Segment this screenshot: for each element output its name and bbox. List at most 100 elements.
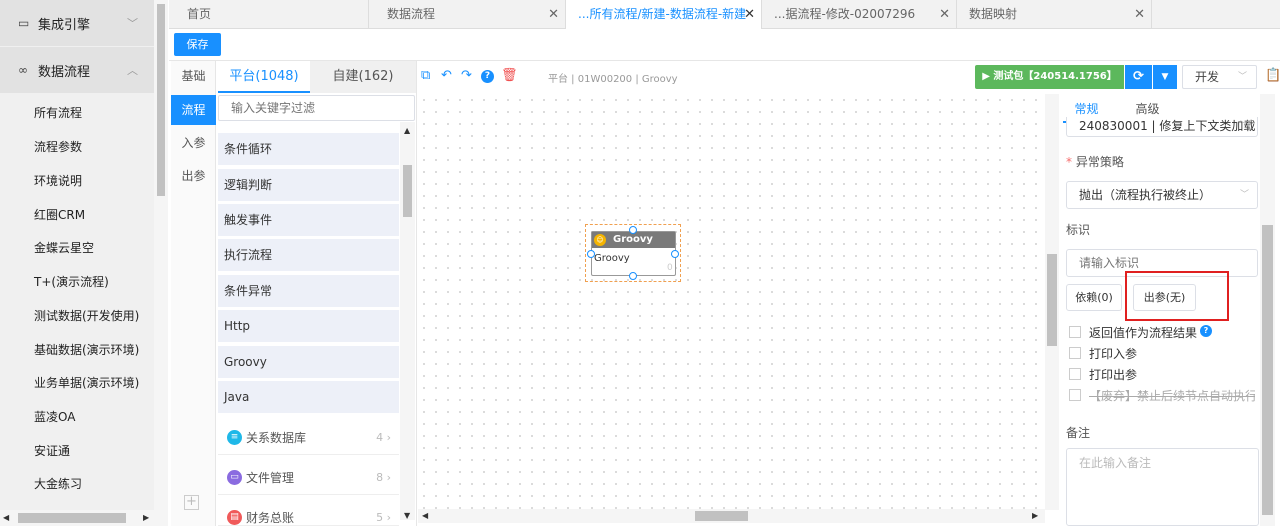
palette-item-trigger[interactable]: 触发事件 [218, 204, 399, 237]
palette-item-exec-flow[interactable]: 执行流程 [218, 239, 399, 272]
dependency-button[interactable]: 依赖(0) [1066, 284, 1122, 311]
close-icon[interactable]: ✕ [548, 0, 559, 29]
tab-edit-flow[interactable]: ...据流程-修改-02007296 ✕ [762, 0, 957, 29]
sidebar-item-all-flows[interactable]: 所有流程 [34, 104, 82, 121]
node-anchor-bottom[interactable] [629, 272, 637, 280]
sidebar-item-kingdee[interactable]: 金蝶云星空 [34, 239, 94, 256]
environment-select[interactable]: 开发 ﹀ [1182, 65, 1257, 89]
clipboard-icon[interactable]: 📋 [1265, 68, 1280, 83]
nav-group-data-flow[interactable]: ∞ 数据流程 ︿ [0, 47, 154, 93]
close-icon[interactable]: ✕ [744, 0, 755, 29]
palette-group-files[interactable]: ▭ 文件管理 8 › [218, 461, 399, 495]
notes-label: 备注 [1066, 426, 1091, 440]
panel-scrollbar-thumb[interactable] [1262, 225, 1273, 515]
palette-item-http[interactable]: Http [218, 310, 399, 343]
redo-icon[interactable]: ↷ [461, 69, 472, 83]
deprecated-checkbox[interactable] [1069, 389, 1081, 401]
exception-strategy-select[interactable]: 抛出（流程执行被终止） ﹀ [1066, 181, 1258, 209]
sidebar-item-test-data[interactable]: 测试数据(开发使用) [34, 307, 139, 324]
vtab-input-params[interactable]: 入参 [171, 128, 216, 158]
groovy-icon: ☺ [594, 234, 606, 246]
tab-label: ...据流程-修改-02007296 [774, 7, 916, 21]
canvas-scrollbar-thumb[interactable] [1047, 254, 1057, 346]
copy-icon[interactable]: ⧉ [421, 69, 430, 83]
group-label: 财务总账 [246, 511, 295, 525]
canvas-horizontal-scrollbar-thumb[interactable] [695, 511, 748, 521]
help-icon[interactable]: ? [481, 70, 494, 83]
tab-data-mapping[interactable]: 数据映射 ✕ [957, 0, 1152, 29]
sidebar-item-landray-oa[interactable]: 蓝凌OA [34, 408, 75, 425]
palette-scrollbar-thumb[interactable] [403, 165, 412, 217]
palette-item-java[interactable]: Java [218, 381, 399, 414]
print-input-checkbox[interactable] [1069, 347, 1081, 359]
tab-home[interactable]: 首页 [169, 0, 369, 29]
scroll-left-arrow[interactable]: ◀ [3, 513, 9, 522]
sidebar-item-anzhengtong[interactable]: 安证通 [34, 442, 70, 459]
sidebar-item-hongquan-crm[interactable]: 红圈CRM [34, 206, 85, 223]
notes-textarea[interactable]: 在此输入备注 [1066, 448, 1259, 526]
close-icon[interactable]: ✕ [1134, 0, 1145, 29]
filter-input[interactable] [218, 95, 415, 121]
save-button[interactable]: 保存 [174, 33, 221, 56]
version-value: 240830001 | 修复上下文类加载 [1079, 119, 1256, 133]
return-as-result-checkbox[interactable] [1069, 326, 1081, 338]
tab-custom[interactable]: 自建(162) [310, 61, 416, 93]
node-body: Groovy [594, 253, 630, 264]
vtab-basic[interactable]: 基础 [171, 61, 216, 91]
scroll-right-arrow[interactable]: ▶ [1032, 511, 1038, 520]
tab-new-flow[interactable]: ...所有流程/新建-数据流程-新建 ✕ [566, 0, 762, 29]
scroll-down-arrow[interactable]: ▼ [404, 511, 410, 520]
version-select[interactable]: 240830001 | 修复上下文类加载 ﹀ [1066, 117, 1258, 137]
tab-label: 数据流程 [387, 7, 436, 21]
undo-icon[interactable]: ↶ [441, 69, 452, 83]
close-icon[interactable]: ✕ [939, 0, 950, 29]
nav-group-label: 集成引擎 [38, 17, 91, 33]
palette-item-exception[interactable]: 条件异常 [218, 275, 399, 308]
group-count: 8 › [376, 471, 391, 484]
vtab-flow[interactable]: 流程 [171, 95, 216, 125]
test-package-button[interactable]: ▶ 测试包【240514.1756】 [975, 65, 1124, 89]
palette-group-rdb[interactable]: ≡ 关系数据库 4 › [218, 421, 399, 455]
palette-item-groovy[interactable]: Groovy [218, 346, 399, 379]
sidebar-item-business-docs[interactable]: 业务单据(演示环境) [34, 374, 139, 391]
sidebar-item-base-data[interactable]: 基础数据(演示环境) [34, 341, 139, 358]
chevron-down-icon[interactable]: ▼ [1152, 65, 1177, 89]
sidebar-item-env-notes[interactable]: 环境说明 [34, 172, 82, 189]
scroll-left-arrow[interactable]: ◀ [422, 511, 428, 520]
help-icon[interactable]: ? [1200, 325, 1212, 337]
refresh-icon[interactable]: ⟳ [1125, 65, 1152, 89]
highlight-annotation-box [1125, 271, 1229, 321]
node-anchor-right[interactable] [671, 250, 679, 258]
database-icon: ≡ [227, 430, 242, 445]
nav-scrollbar-thumb[interactable] [157, 4, 165, 196]
print-output-checkbox[interactable] [1069, 368, 1081, 380]
scroll-right-arrow[interactable]: ▶ [143, 513, 149, 522]
flow-canvas[interactable] [418, 94, 1045, 510]
breadcrumb: 平台 | 01W00200 | Groovy [548, 74, 678, 85]
chevron-up-icon: ︿ [127, 64, 138, 77]
node-anchor-left[interactable] [587, 250, 595, 258]
group-label: 关系数据库 [246, 431, 307, 445]
tab-platform[interactable]: 平台(1048) [218, 61, 310, 93]
tab-label: 首页 [187, 7, 212, 21]
chevron-down-icon: ﹀ [1239, 121, 1249, 131]
sidebar-item-daikin[interactable]: 大金练习 [34, 475, 82, 492]
delete-icon[interactable]: 🗑 [501, 69, 518, 83]
infinity-icon: ∞ [18, 63, 28, 77]
return-as-result-label: 返回值作为流程结果 [1089, 326, 1198, 340]
nav-group-integration-engine[interactable]: ▭ 集成引擎 ﹀ [0, 0, 154, 46]
scroll-up-arrow[interactable]: ▲ [404, 126, 410, 135]
sidebar-item-tplus[interactable]: T+(演示流程) [34, 273, 109, 290]
node-counter: 0 [667, 263, 673, 273]
monitor-icon: ▭ [18, 16, 30, 30]
nav-horizontal-scrollbar-thumb[interactable] [18, 513, 126, 523]
add-button[interactable]: + [184, 495, 199, 510]
palette-item-logic[interactable]: 逻辑判断 [218, 169, 399, 202]
exception-strategy-label: * 异常策略 [1066, 155, 1124, 169]
vtab-output-params[interactable]: 出参 [171, 161, 216, 191]
sidebar-item-flow-params[interactable]: 流程参数 [34, 138, 82, 155]
palette-item-loop[interactable]: 条件循环 [218, 133, 399, 166]
tab-data-flow[interactable]: 数据流程 ✕ [369, 0, 566, 29]
palette-group-ledger[interactable]: ▤ 财务总账 5 › [218, 501, 399, 526]
node-anchor-top[interactable] [629, 226, 637, 234]
